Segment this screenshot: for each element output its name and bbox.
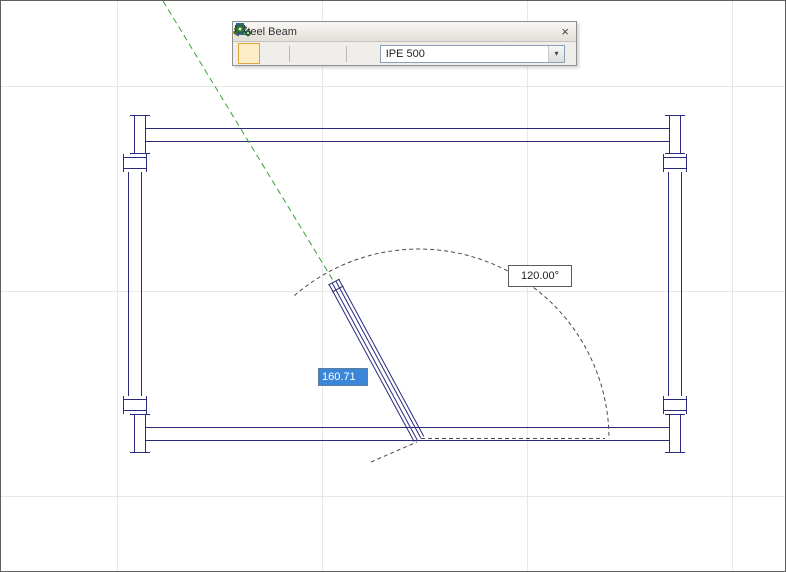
beam-tool-button[interactable] [238,43,260,64]
chevron-down-icon[interactable]: ▾ [548,46,564,62]
app-window: 120.00° 160.71 Steel Beam × [0,0,786,572]
toolbar-separator [289,46,290,62]
toolbar-separator [346,46,347,62]
magic-wand-button[interactable] [352,43,374,64]
profile-combobox[interactable]: IPE 500 ▾ [380,45,565,63]
drawing-svg [1,1,786,572]
geometry-straight-button[interactable] [295,43,317,64]
palette-toolbar: IPE 500 ▾ [233,42,576,65]
angle-value: 120.00° [521,270,559,282]
geometry-rectangle-button[interactable] [319,43,341,64]
palette-title-bar[interactable]: Steel Beam × [233,22,576,42]
drawing-canvas[interactable]: 120.00° 160.71 Steel Beam × [1,1,785,571]
length-tracker-input[interactable]: 160.71 [318,368,368,386]
palette-title: Steel Beam [240,26,561,38]
profile-section-button[interactable] [262,43,284,64]
diagonal-beam-preview [328,279,424,442]
close-icon[interactable]: × [561,25,569,38]
gears-glyph [233,22,253,38]
steel-beam-palette: Steel Beam × [232,21,577,66]
angle-label: 120.00° [508,265,572,287]
profile-combobox-value: IPE 500 [381,48,548,60]
